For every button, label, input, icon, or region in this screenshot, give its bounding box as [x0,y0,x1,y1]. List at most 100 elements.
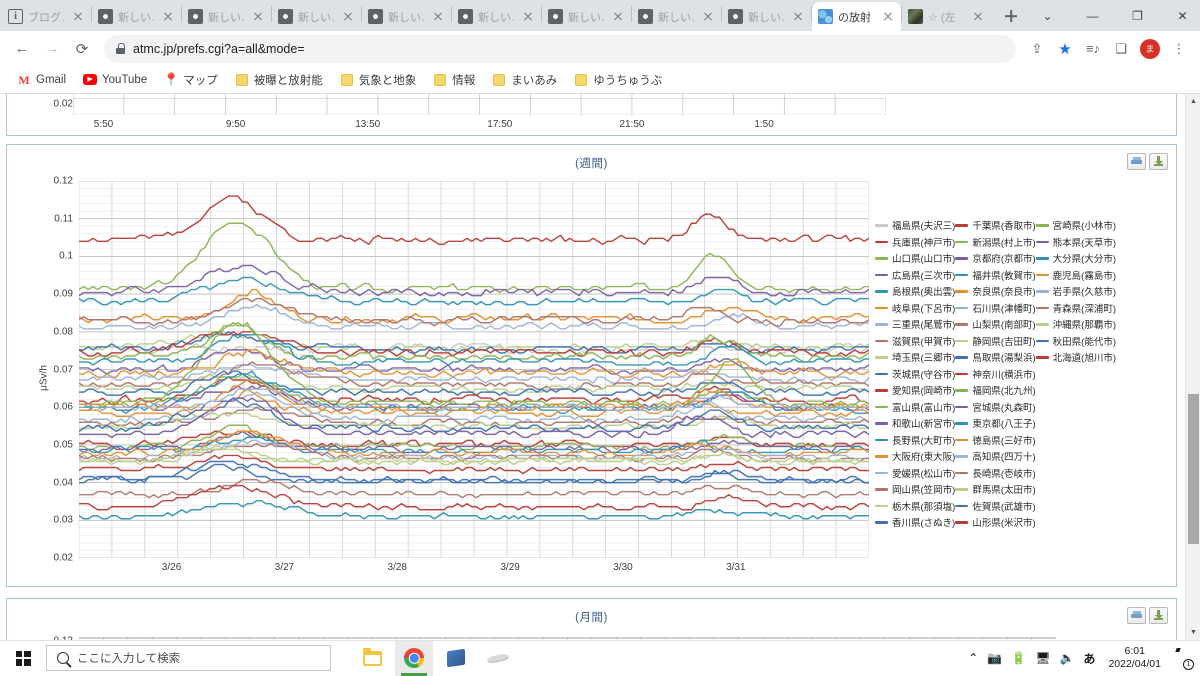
browser-tab[interactable]: 新しい… [272,2,361,31]
legend-item[interactable]: 岩手県(久慈市) [1036,283,1116,300]
close-tab-icon[interactable] [521,10,535,24]
legend-item[interactable]: 高知県(四万十) [955,448,1035,465]
legend-item[interactable]: 佐賀県(武雄市) [955,498,1035,515]
print-icon[interactable] [1127,607,1146,624]
maximize-button[interactable]: ❐ [1115,0,1160,31]
legend-item[interactable]: 富山県(富山市) [875,399,955,416]
start-button[interactable] [0,641,46,676]
legend-item[interactable]: 福岡県(北九州) [955,382,1035,399]
share-icon[interactable]: ⇪ [1024,36,1050,62]
legend-item[interactable]: 沖縄県(那覇市) [1036,316,1116,333]
legend-item[interactable]: 愛媛県(松山市) [875,465,955,482]
legend-item[interactable]: 埼玉県(三郷市) [875,349,955,366]
legend-item[interactable]: 京都府(京都市) [955,250,1035,267]
legend-item[interactable]: 石川県(津幡町) [955,300,1035,317]
legend-item[interactable]: 新潟県(村上市) [955,234,1035,251]
forward-button[interactable]: → [38,35,66,63]
download-icon[interactable] [1149,153,1168,170]
browser-tab[interactable]: ☆ (左 [902,2,991,31]
legend-item[interactable]: 奈良県(奈良市) [955,283,1035,300]
legend-item[interactable]: 長崎県(壱岐市) [955,465,1035,482]
legend-item[interactable]: 山形県(米沢市) [955,514,1035,531]
legend-item[interactable]: 栃木県(那須塩) [875,498,955,515]
legend-item[interactable]: 山梨県(南部町) [955,316,1035,333]
close-tab-icon[interactable] [71,10,85,24]
notification-center-button[interactable]: 1 [1174,649,1192,667]
close-tab-icon[interactable] [881,10,895,24]
legend-item[interactable]: 神奈川(横浜市) [955,366,1035,383]
bookmark-item[interactable]: まいあみ [485,70,564,90]
close-tab-icon[interactable] [701,10,715,24]
browser-tab[interactable]: 新しい… [632,2,721,31]
legend-item[interactable]: 岐阜県(下呂市) [875,300,955,317]
print-icon[interactable] [1127,153,1146,170]
bookmark-item[interactable]: 被曝と放射能 [228,70,330,90]
taskbar-search-input[interactable]: ここに入力して検索 [46,645,331,671]
tray-expand-icon[interactable]: ⌃ [968,651,978,665]
legend-item[interactable]: 広島県(三次市) [875,267,955,284]
legend-item[interactable]: 熊本県(天草市) [1036,234,1116,251]
network-icon[interactable]: 🖥 [1035,651,1050,665]
legend-item[interactable]: 福井県(敦賀市) [955,267,1035,284]
legend-item[interactable]: 北海道(旭川市) [1036,349,1116,366]
tab-search-button[interactable]: ⌄ [1025,0,1070,31]
close-tab-icon[interactable] [971,10,985,24]
close-tab-icon[interactable] [431,10,445,24]
close-tab-icon[interactable] [251,10,265,24]
ime-indicator[interactable]: あ [1083,650,1095,667]
bookmark-item[interactable]: ゆうちゅうぶ [567,70,669,90]
close-tab-icon[interactable] [791,10,805,24]
scrollbar-thumb[interactable] [1188,394,1199,544]
legend-item[interactable]: 宮城県(丸森町) [955,399,1035,416]
legend-item[interactable]: 滋賀県(甲賀市) [875,333,955,350]
legend-item[interactable]: 千葉県(香取市) [955,217,1035,234]
legend-item[interactable]: 大阪府(東大阪) [875,448,955,465]
address-bar[interactable]: atmc.jp/prefs.cgi?a=all&mode= [104,35,1016,63]
legend-item[interactable]: 長野県(大町市) [875,432,955,449]
download-icon[interactable] [1149,607,1168,624]
browser-tab[interactable]: 新しい… [362,2,451,31]
legend-item[interactable]: 愛知県(岡崎市) [875,382,955,399]
legend-item[interactable]: 香川県(さぬき) [875,514,955,531]
browser-tab[interactable]: iブログ… [2,2,91,31]
legend-item[interactable]: 静岡県(吉田町) [955,333,1035,350]
browser-tab[interactable]: 新しい… [92,2,181,31]
page-scrollbar[interactable]: ▲ ▼ [1185,94,1200,640]
legend-item[interactable]: 群馬県(太田市) [955,481,1035,498]
bookmark-item[interactable]: 📍マップ [157,70,225,90]
bookmark-item[interactable]: MGmail [10,71,73,89]
battery-icon[interactable]: 🔋 [1011,651,1026,665]
scroll-down-arrow[interactable]: ▼ [1186,625,1200,640]
reading-list-icon[interactable]: ≡♪ [1080,36,1106,62]
bookmark-star-icon[interactable]: ★ [1052,36,1078,62]
legend-item[interactable]: 秋田県(能代市) [1036,333,1116,350]
legend-item[interactable]: 東京都(八王子) [955,415,1035,432]
reload-button[interactable]: ⟳ [68,35,96,63]
legend-item[interactable]: 青森県(深浦町) [1036,300,1116,317]
legend-item[interactable]: 徳島県(三好市) [955,432,1035,449]
legend-item[interactable]: 和歌山(新宮市) [875,415,955,432]
browser-tab-active[interactable]: の放射 [812,2,901,31]
legend-item[interactable]: 茨城県(守谷市) [875,366,955,383]
browser-tab[interactable]: 新しい… [542,2,631,31]
taskbar-pen-tool[interactable] [479,641,517,676]
browser-tab[interactable]: 新しい… [452,2,541,31]
bookmark-item[interactable]: 気象と地象 [333,70,424,90]
camera-icon[interactable]: 📷 [987,651,1002,665]
legend-item[interactable]: 鳥取県(湯梨浜) [955,349,1035,366]
new-tab-button[interactable] [997,2,1025,30]
legend-item[interactable]: 鹿児島(霧島市) [1036,267,1116,284]
browser-tab[interactable]: 新しい… [722,2,811,31]
chrome-menu-icon[interactable]: ⋮ [1166,36,1192,62]
bookmark-item[interactable]: ▶YouTube [76,72,154,88]
profile-avatar[interactable]: ま [1140,39,1160,59]
browser-tab[interactable]: 新しい… [182,2,271,31]
legend-item[interactable]: 宮崎県(小林市) [1036,217,1116,234]
taskbar-google-chrome[interactable] [395,641,433,676]
legend-item[interactable]: 福島県(夫沢三) [875,217,955,234]
close-window-button[interactable]: ✕ [1160,0,1200,31]
legend-item[interactable]: 大分県(大分市) [1036,250,1116,267]
bookmark-item[interactable]: 情報 [426,70,482,90]
close-tab-icon[interactable] [611,10,625,24]
legend-item[interactable]: 島根県(奥出雲) [875,283,955,300]
